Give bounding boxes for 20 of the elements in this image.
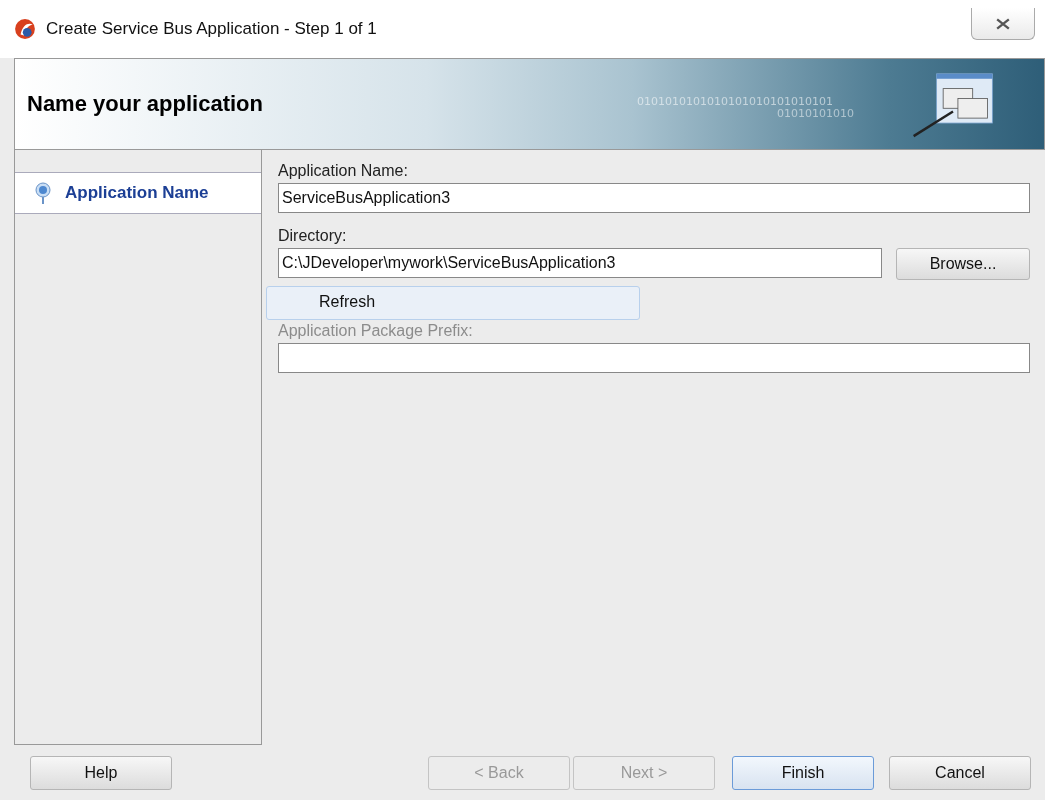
bulb-pin-icon: [35, 182, 51, 204]
dialog-button[interactable]: Cancel: [889, 755, 1031, 790]
text-field[interactable]: C:\JDeveloper\mywork\ServiceBusApplication3: [278, 248, 882, 278]
text-field[interactable]: [278, 343, 1030, 373]
step-item[interactable]: Application Name: [15, 172, 261, 214]
field-label: Application Name:: [278, 162, 409, 180]
binary-pattern-text: 01010101010: [777, 107, 854, 120]
browse-button[interactable]: Browse...: [896, 248, 1030, 280]
close-icon: [996, 17, 1010, 30]
app-logo-icon: [14, 18, 36, 40]
header-title: Name your application: [27, 91, 263, 117]
binary-pattern-text: 0101010101010101010101010101: [637, 95, 833, 108]
close-button[interactable]: [971, 8, 1035, 40]
window-title: Create Service Bus Application - Step 1 of 1: [46, 19, 377, 39]
dialog-button[interactable]: Help: [30, 755, 172, 790]
text-field[interactable]: ServiceBusApplication3: [278, 183, 1030, 213]
dialog-button[interactable]: Finish: [732, 755, 874, 790]
field-label: Application Package Prefix:: [278, 322, 474, 340]
refresh-tooltip: Refresh: [266, 286, 640, 320]
field-label: Directory:: [278, 227, 348, 245]
